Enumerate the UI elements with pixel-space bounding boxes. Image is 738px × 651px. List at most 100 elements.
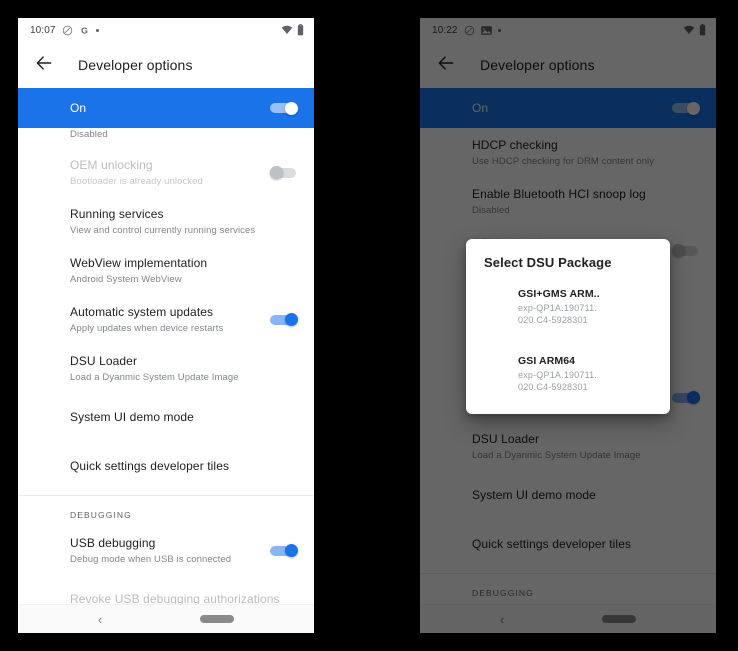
phone-left: 10:07 G Developer options On Disabled OE… [18, 18, 314, 633]
settings-row[interactable]: WebView implementation Android System Web… [18, 246, 314, 295]
dialog-option[interactable]: GSI+GMS ARM.. exp-QP1A.190711. 020.C4-592… [466, 280, 670, 333]
row-texts: System UI demo mode [472, 488, 700, 503]
phone-right: 10:22 Developer options On HDCP checking… [420, 18, 716, 633]
toggle-knob [285, 313, 298, 326]
settings-row[interactable]: Running services View and control current… [18, 197, 314, 246]
toggle-knob [285, 544, 298, 557]
row-texts: DSU Loader Load a Dyanmic System Update I… [70, 354, 298, 384]
row-title: USB debugging [70, 535, 156, 550]
toggle-knob [687, 391, 700, 404]
dialog-title: Select DSU Package [484, 255, 612, 270]
settings-row[interactable]: Quick settings developer tiles [420, 520, 716, 569]
wifi-icon [683, 25, 695, 35]
settings-row[interactable]: OEM unlocking Bootloader is already unloc… [18, 148, 314, 197]
do-not-disturb-icon [62, 25, 73, 36]
row-toggle[interactable] [270, 313, 298, 326]
row-title: DSU Loader [472, 431, 540, 446]
toggle-knob [270, 166, 283, 179]
back-arrow-icon[interactable] [436, 53, 460, 77]
nav-home-pill[interactable] [200, 615, 235, 623]
settings-row[interactable]: Quick settings developer tiles [18, 442, 314, 491]
master-switch-label: On [472, 101, 489, 115]
status-time: 10:22 [432, 24, 458, 36]
system-nav-bar: ‹ [420, 604, 716, 633]
toggle-knob [687, 101, 700, 115]
row-subtitle: View and control currently running servi… [70, 224, 256, 236]
master-switch-label: On [70, 101, 87, 115]
battery-icon [699, 24, 706, 36]
back-arrow-icon[interactable] [34, 53, 58, 77]
developer-options-master-row[interactable]: On [420, 88, 716, 128]
row-texts: DSU Loader Load a Dyanmic System Update I… [472, 432, 700, 462]
row-texts: Disabled [70, 128, 298, 141]
settings-row[interactable]: Disabled [18, 128, 314, 148]
nav-back-button[interactable]: ‹ [98, 613, 102, 626]
screenshot-icon [480, 25, 492, 35]
page-title: Developer options [480, 57, 595, 73]
settings-row[interactable]: System UI demo mode [420, 471, 716, 520]
page-title: Developer options [78, 57, 193, 73]
row-texts: Enable Bluetooth HCI snoop log Disabled [472, 187, 700, 217]
row-title: WebView implementation [70, 255, 208, 270]
dialog-option[interactable]: GSI ARM64 exp-QP1A.190711. 020.C4-5928301 [466, 347, 670, 400]
row-texts: HDCP checking Use HDCP checking for DRM c… [472, 138, 700, 168]
phone-left-screen: 10:07 G Developer options On Disabled OE… [18, 18, 314, 633]
row-subtitle: Load a Dyanmic System Update Image [70, 371, 239, 383]
row-subtitle: Use HDCP checking for DRM content only [472, 155, 655, 167]
row-title: System UI demo mode [70, 410, 194, 424]
row-title: Running services [70, 206, 164, 221]
nav-home-pill[interactable] [602, 615, 637, 623]
section-header-debugging: DEBUGGING [70, 510, 132, 520]
nav-back-button[interactable]: ‹ [500, 613, 504, 626]
toggle-knob [672, 244, 685, 257]
row-title: OEM unlocking [70, 157, 153, 172]
row-title: DSU Loader [70, 353, 138, 368]
section-header-debugging: DEBUGGING [472, 588, 534, 598]
master-switch-toggle[interactable] [672, 101, 700, 115]
row-toggle[interactable] [270, 166, 298, 179]
status-time: 10:07 [30, 24, 56, 36]
status-bar: 10:07 G [18, 18, 314, 42]
row-subtitle: Disabled [70, 129, 108, 140]
more-dot-icon [497, 28, 501, 32]
row-subtitle: Apply updates when device restarts [70, 322, 224, 334]
row-toggle[interactable] [270, 544, 298, 557]
do-not-disturb-icon [464, 25, 475, 36]
app-bar: Developer options [18, 42, 314, 88]
battery-icon [297, 24, 304, 36]
settings-row[interactable]: System UI demo mode [18, 393, 314, 442]
app-bar: Developer options [420, 42, 716, 88]
status-bar-right [281, 24, 304, 36]
dialog-option-build: exp-QP1A.190711. 020.C4-5928301 [518, 370, 598, 392]
developer-options-master-row[interactable]: On [18, 88, 314, 128]
wifi-icon [281, 25, 293, 35]
row-subtitle: Disabled [472, 204, 510, 216]
dialog-option-list: GSI+GMS ARM.. exp-QP1A.190711. 020.C4-592… [466, 280, 670, 400]
row-subtitle: Android System WebView [70, 273, 182, 285]
settings-row[interactable]: USB debugging Debug mode when USB is conn… [18, 526, 314, 575]
dialog-option-build: exp-QP1A.190711. 020.C4-5928301 [518, 303, 598, 325]
settings-row[interactable]: Automatic system updates Apply updates wh… [18, 295, 314, 344]
select-dsu-package-dialog: Select DSU Package GSI+GMS ARM.. exp-QP1A… [466, 239, 670, 414]
row-toggle[interactable] [672, 391, 700, 404]
row-subtitle: Load a Dyanmic System Update Image [472, 449, 641, 461]
svg-text:G: G [81, 25, 88, 35]
row-toggle[interactable] [672, 244, 700, 257]
row-title: Quick settings developer tiles [472, 537, 632, 551]
row-title: Quick settings developer tiles [70, 459, 230, 473]
dialog-option-name: GSI+GMS ARM.. [518, 288, 600, 300]
settings-list: Disabled OEM unlocking Bootloader is alrea… [18, 128, 314, 491]
row-texts: Quick settings developer tiles [70, 459, 298, 474]
row-texts: WebView implementation Android System Web… [70, 256, 298, 286]
more-dot-icon [95, 28, 99, 32]
phone-right-screen: 10:22 Developer options On HDCP checking… [420, 18, 716, 633]
row-title: HDCP checking [472, 137, 558, 152]
row-texts: Quick settings developer tiles [472, 537, 700, 552]
settings-row[interactable]: Enable Bluetooth HCI snoop log Disabled [420, 177, 716, 226]
settings-row[interactable]: HDCP checking Use HDCP checking for DRM c… [420, 128, 716, 177]
master-switch-toggle[interactable] [270, 101, 298, 115]
settings-row[interactable]: DSU Loader Load a Dyanmic System Update I… [420, 422, 716, 471]
row-title: System UI demo mode [472, 488, 596, 502]
settings-row[interactable]: DSU Loader Load a Dyanmic System Update I… [18, 344, 314, 393]
row-texts: Running services View and control current… [70, 207, 298, 237]
